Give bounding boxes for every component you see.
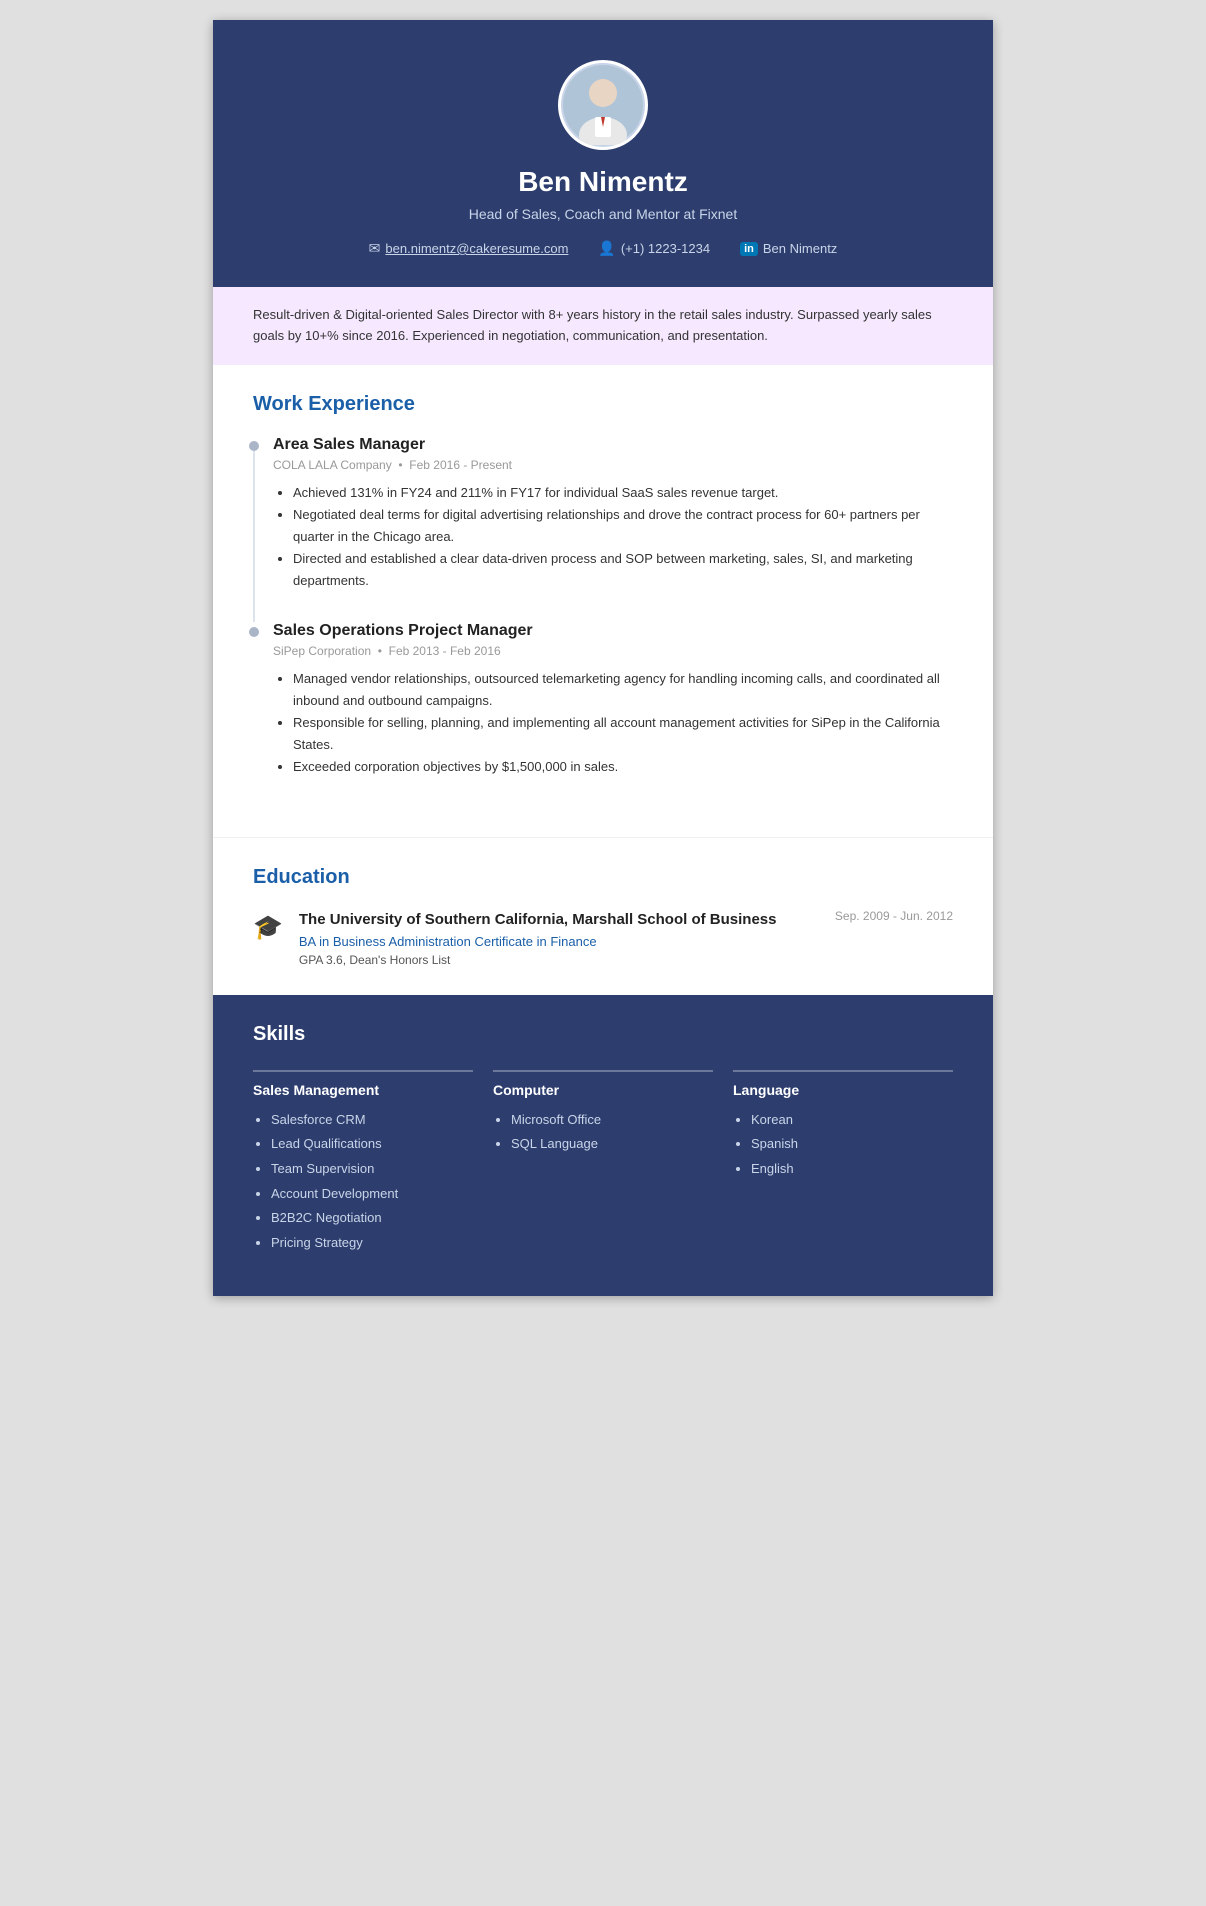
avatar — [558, 60, 648, 150]
job-bullets-2: Managed vendor relationships, outsourced… — [273, 668, 953, 778]
skills-category-computer-title: Computer — [493, 1082, 713, 1098]
work-experience-section: Work Experience Area Sales Manager COLA … — [213, 365, 993, 837]
email-contact: ✉ ben.nimentz@cakeresume.com — [369, 240, 569, 257]
header-section: Ben Nimentz Head of Sales, Coach and Men… — [213, 20, 993, 287]
job-item-2: Sales Operations Project Manager SiPep C… — [273, 622, 953, 778]
skill-sales-4: Account Development — [271, 1182, 473, 1207]
phone-number: (+1) 1223-1234 — [621, 241, 710, 256]
skill-language-3: English — [751, 1157, 953, 1182]
job-company-2: SiPep Corporation — [273, 644, 371, 658]
summary-text: Result-driven & Digital-oriented Sales D… — [253, 307, 932, 343]
timeline: Area Sales Manager COLA LALA Company • F… — [253, 436, 953, 779]
skill-sales-2: Lead Qualifications — [271, 1132, 473, 1157]
skills-title: Skills — [253, 1023, 953, 1046]
edu-header-1: The University of Southern California, M… — [299, 909, 953, 930]
work-experience-title: Work Experience — [253, 393, 953, 416]
candidate-title: Head of Sales, Coach and Mentor at Fixne… — [253, 206, 953, 222]
contact-bar: ✉ ben.nimentz@cakeresume.com 👤 (+1) 1223… — [253, 240, 953, 257]
avatar-wrapper — [253, 60, 953, 150]
email-link[interactable]: ben.nimentz@cakeresume.com — [385, 241, 568, 256]
edu-content-1: The University of Southern California, M… — [299, 909, 953, 967]
skills-category-sales: Sales Management Salesforce CRM Lead Qua… — [253, 1070, 473, 1256]
skill-sales-3: Team Supervision — [271, 1157, 473, 1182]
skills-category-sales-title: Sales Management — [253, 1082, 473, 1098]
skills-grid: Sales Management Salesforce CRM Lead Qua… — [253, 1070, 953, 1256]
edu-gpa-1: GPA 3.6, Dean's Honors List — [299, 953, 953, 967]
job-company-1: COLA LALA Company — [273, 458, 392, 472]
skills-list-computer: Microsoft Office SQL Language — [493, 1108, 713, 1157]
edu-school-1: The University of Southern California, M… — [299, 909, 777, 930]
timeline-dot-2 — [249, 627, 259, 637]
skill-sales-5: B2B2C Negotiation — [271, 1206, 473, 1231]
edu-degree-1: BA in Business Administration Certificat… — [299, 934, 953, 949]
skill-language-2: Spanish — [751, 1132, 953, 1157]
bullet-1-1: Achieved 131% in FY24 and 211% in FY17 f… — [293, 482, 953, 504]
skills-category-computer: Computer Microsoft Office SQL Language — [493, 1070, 713, 1256]
skills-list-sales: Salesforce CRM Lead Qualifications Team … — [253, 1108, 473, 1256]
bullet-2-3: Exceeded corporation objectives by $1,50… — [293, 756, 953, 778]
linkedin-contact: in Ben Nimentz — [740, 240, 837, 257]
skills-section: Skills Sales Management Salesforce CRM L… — [213, 995, 993, 1296]
job-meta-1: COLA LALA Company • Feb 2016 - Present — [273, 458, 953, 472]
bullet-2-1: Managed vendor relationships, outsourced… — [293, 668, 953, 712]
edu-item-1: 🎓 The University of Southern California,… — [253, 909, 953, 967]
skill-computer-1: Microsoft Office — [511, 1108, 713, 1133]
resume-container: Ben Nimentz Head of Sales, Coach and Men… — [213, 20, 993, 1296]
edu-dates-1: Sep. 2009 - Jun. 2012 — [835, 909, 953, 923]
bullet-1-3: Directed and established a clear data-dr… — [293, 548, 953, 592]
job-period-1: Feb 2016 - Present — [409, 458, 512, 472]
graduation-icon: 🎓 — [253, 913, 283, 942]
summary-section: Result-driven & Digital-oriented Sales D… — [213, 287, 993, 365]
timeline-dot-1 — [249, 441, 259, 451]
job-bullets-1: Achieved 131% in FY24 and 211% in FY17 f… — [273, 482, 953, 592]
job-meta-2: SiPep Corporation • Feb 2013 - Feb 2016 — [273, 644, 953, 658]
education-section: Education 🎓 The University of Southern C… — [213, 837, 993, 995]
job-period-2: Feb 2013 - Feb 2016 — [389, 644, 501, 658]
skill-sales-6: Pricing Strategy — [271, 1231, 473, 1256]
bullet-2-2: Responsible for selling, planning, and i… — [293, 712, 953, 756]
phone-contact: 👤 (+1) 1223-1234 — [598, 240, 710, 257]
phone-icon: 👤 — [598, 240, 615, 257]
job-title-2: Sales Operations Project Manager — [273, 622, 953, 640]
skill-sales-1: Salesforce CRM — [271, 1108, 473, 1133]
job-title-1: Area Sales Manager — [273, 436, 953, 454]
skills-list-language: Korean Spanish English — [733, 1108, 953, 1182]
bullet-1-2: Negotiated deal terms for digital advert… — [293, 504, 953, 548]
skills-category-language-title: Language — [733, 1082, 953, 1098]
timeline-line-1 — [253, 451, 255, 622]
skill-language-1: Korean — [751, 1108, 953, 1133]
skills-category-language: Language Korean Spanish English — [733, 1070, 953, 1256]
candidate-name: Ben Nimentz — [253, 166, 953, 198]
job-item-1: Area Sales Manager COLA LALA Company • F… — [273, 436, 953, 592]
linkedin-icon: in — [740, 242, 758, 256]
email-icon: ✉ — [369, 240, 381, 257]
skill-computer-2: SQL Language — [511, 1132, 713, 1157]
education-title: Education — [253, 866, 953, 889]
linkedin-name: Ben Nimentz — [763, 241, 837, 256]
